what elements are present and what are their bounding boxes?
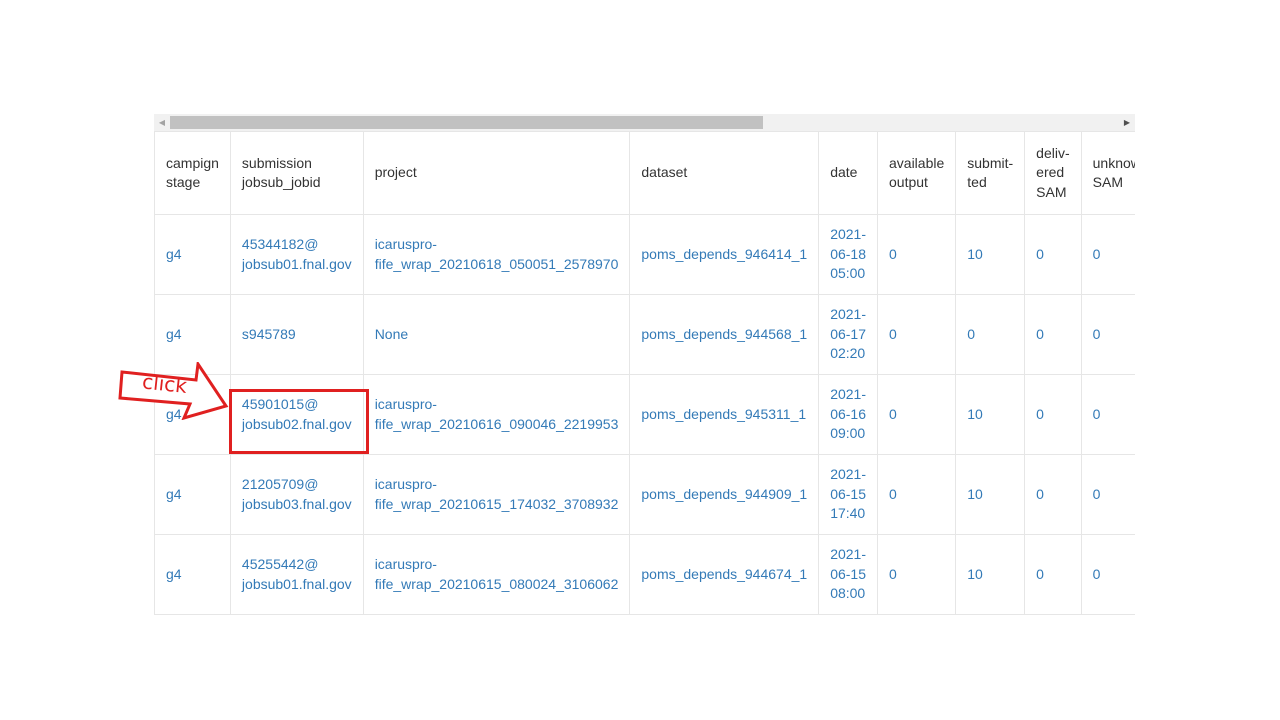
date-link[interactable]: 2021- 06-17 02:20 [830, 305, 866, 364]
unknown-sam-link[interactable]: 0 [1093, 485, 1135, 505]
table-header-row: campign stage submission jobsub_jobid proj… [154, 131, 1135, 215]
campaign-stage-link[interactable]: g4 [166, 485, 219, 505]
campaign-stage-link[interactable]: g4 [166, 325, 219, 345]
scroll-right-icon[interactable]: ▶ [1119, 114, 1135, 131]
dataset-link[interactable]: poms_depends_944909_1 [641, 485, 807, 505]
delivered-sam-link[interactable]: 0 [1036, 245, 1069, 265]
header-available-output[interactable]: available output [876, 131, 957, 215]
delivered-sam-link[interactable]: 0 [1036, 485, 1069, 505]
unknown-sam-link[interactable]: 0 [1093, 245, 1135, 265]
date-link[interactable]: 2021- 06-15 17:40 [830, 465, 866, 524]
header-submission-jobid[interactable]: submission jobsub_jobid [229, 131, 364, 215]
date-link[interactable]: 2021- 06-18 05:00 [830, 225, 866, 284]
header-campaign-stage[interactable]: campign stage [154, 131, 231, 215]
jobs-table: campign stage submission jobsub_jobid proj… [154, 131, 1135, 615]
project-link[interactable]: icaruspro-fife_wrap_20210618_050051_2578… [375, 235, 619, 274]
table-row: g4 45344182@ jobsub01.fnal.gov icaruspro-… [154, 214, 1135, 295]
dataset-link[interactable]: poms_depends_945311_1 [641, 405, 807, 425]
date-link[interactable]: 2021- 06-15 08:00 [830, 545, 866, 604]
campaign-stage-link[interactable]: g4 [166, 245, 219, 265]
project-link[interactable]: icaruspro-fife_wrap_20210615_174032_3708… [375, 475, 619, 514]
delivered-sam-link[interactable]: 0 [1036, 565, 1069, 585]
submitted-link[interactable]: 10 [967, 405, 1013, 425]
available-output-link[interactable]: 0 [889, 485, 944, 505]
header-dataset[interactable]: dataset [629, 131, 820, 215]
campaign-stage-link[interactable]: g4 [166, 565, 219, 585]
click-arrow-icon: click [118, 362, 229, 420]
dataset-link[interactable]: poms_depends_946414_1 [641, 245, 807, 265]
jobsub-jobid-link[interactable]: 21205709@ jobsub03.fnal.gov [242, 475, 352, 514]
delivered-sam-link[interactable]: 0 [1036, 405, 1069, 425]
submitted-link[interactable]: 10 [967, 565, 1013, 585]
project-link[interactable]: None [375, 325, 619, 345]
available-output-link[interactable]: 0 [889, 325, 944, 345]
header-unknown-sam[interactable]: unknowSAM [1080, 131, 1135, 215]
header-submitted[interactable]: submit-ted [955, 131, 1026, 215]
available-output-link[interactable]: 0 [889, 565, 944, 585]
project-link[interactable]: icaruspro-fife_wrap_20210615_080024_3106… [375, 555, 619, 594]
unknown-sam-link[interactable]: 0 [1093, 405, 1135, 425]
submitted-link[interactable]: 10 [967, 245, 1013, 265]
submitted-link[interactable]: 10 [967, 485, 1013, 505]
scroll-left-icon[interactable]: ◀ [154, 114, 170, 131]
jobsub-jobid-link[interactable]: 45344182@ jobsub01.fnal.gov [242, 235, 352, 274]
header-project[interactable]: project [362, 131, 631, 215]
header-delivered-sam[interactable]: deliv-ered SAM [1024, 131, 1082, 215]
dataset-link[interactable]: poms_depends_944674_1 [641, 565, 807, 585]
date-link[interactable]: 2021- 06-16 09:00 [830, 385, 866, 444]
table-row: g4 45255442@ jobsub01.fnal.gov icaruspro-… [154, 534, 1135, 615]
dataset-link[interactable]: poms_depends_944568_1 [641, 325, 807, 345]
submitted-link[interactable]: 0 [967, 325, 1013, 345]
table-row: g4 s945789 None poms_depends_944568_1 20… [154, 294, 1135, 375]
highlight-box [229, 389, 369, 454]
unknown-sam-link[interactable]: 0 [1093, 325, 1135, 345]
header-date[interactable]: date [818, 131, 878, 215]
jobsub-jobid-link[interactable]: s945789 [242, 325, 352, 345]
jobs-table-container: ◀ ▶ campign stage submission jobsub_jobid … [154, 114, 1135, 618]
available-output-link[interactable]: 0 [889, 245, 944, 265]
unknown-sam-link[interactable]: 0 [1093, 565, 1135, 585]
scrollbar-thumb[interactable] [170, 116, 763, 129]
table-row: g4 21205709@ jobsub03.fnal.gov icaruspro-… [154, 454, 1135, 535]
delivered-sam-link[interactable]: 0 [1036, 325, 1069, 345]
horizontal-scrollbar[interactable]: ◀ ▶ [154, 114, 1135, 131]
jobsub-jobid-link[interactable]: 45255442@ jobsub01.fnal.gov [242, 555, 352, 594]
project-link[interactable]: icaruspro-fife_wrap_20210616_090046_2219… [375, 395, 619, 434]
click-label: click [141, 369, 188, 398]
available-output-link[interactable]: 0 [889, 405, 944, 425]
